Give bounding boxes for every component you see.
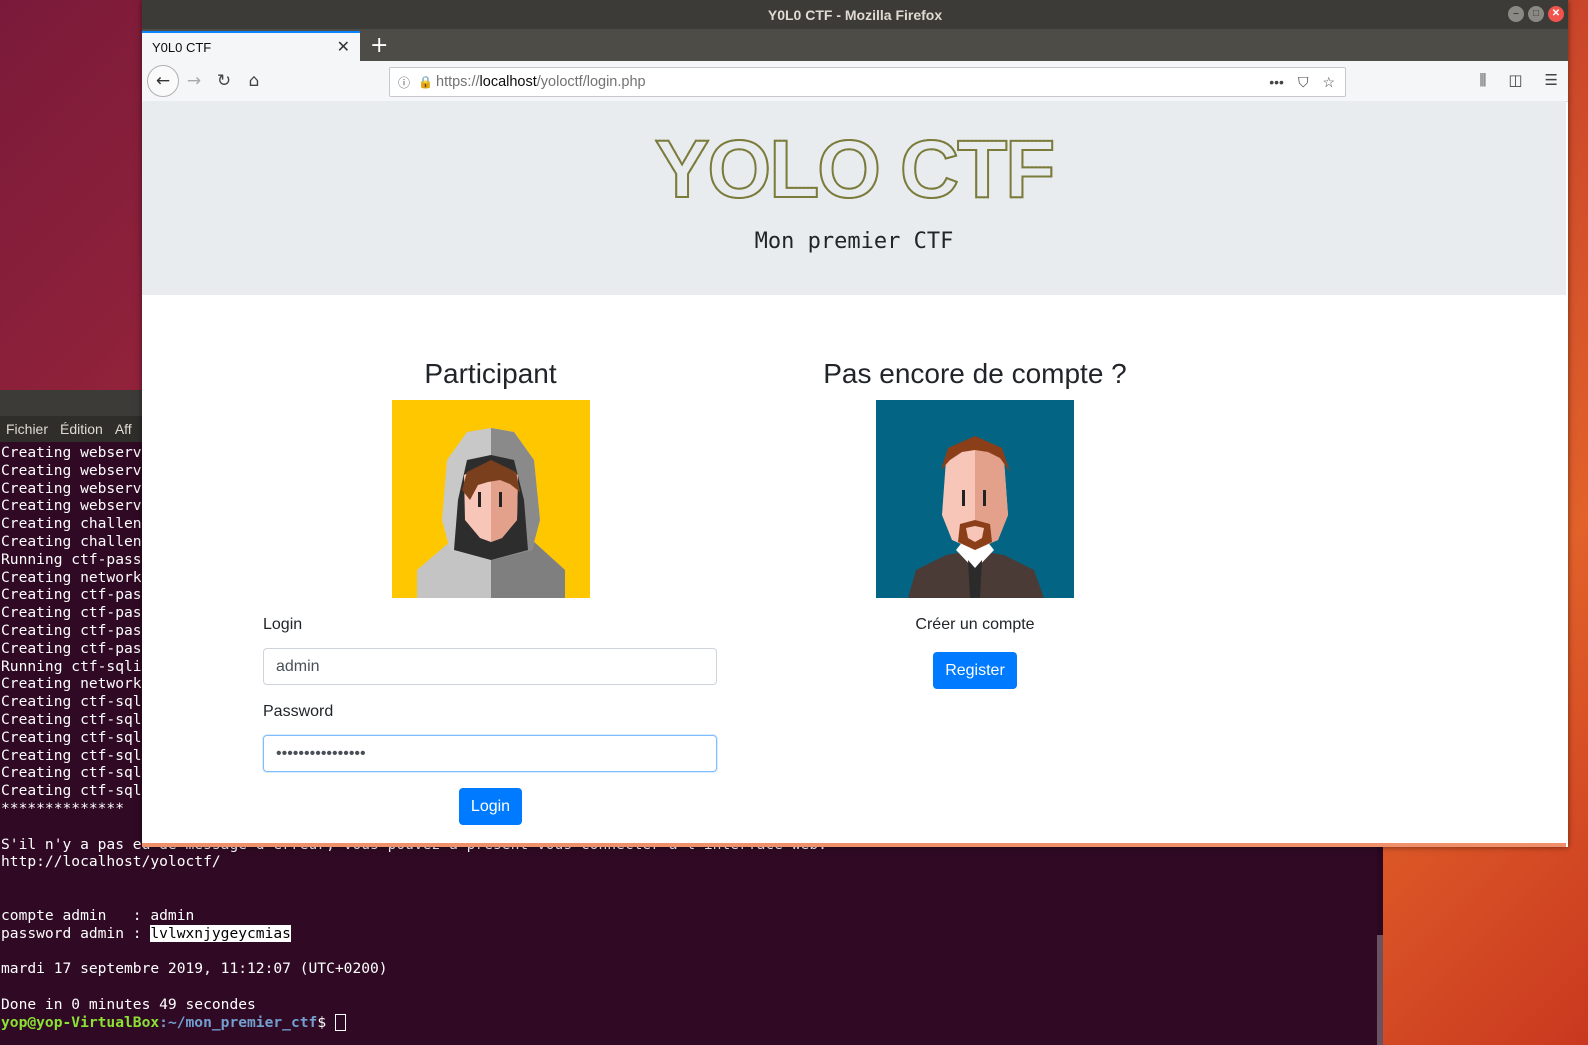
home-icon[interactable]: ⌂ (239, 71, 269, 91)
terminal-password-line: password admin : lvlwxnjygeycmias (1, 924, 1383, 943)
password-value-selected[interactable]: lvlwxnjygeycmias (150, 924, 291, 942)
hooded-avatar-image (391, 400, 590, 598)
url-path: /yoloctf/login.php (536, 74, 646, 90)
site-subtitle: Mon premier CTF (754, 229, 954, 254)
forward-arrow-icon[interactable]: → (179, 71, 209, 91)
tab-close-icon[interactable]: ✕ (337, 37, 350, 57)
page-bottom-line (142, 843, 1566, 847)
logo-text: YOLO CTF (654, 123, 1057, 216)
close-window-icon[interactable]: ✕ (1548, 6, 1564, 22)
bearded-avatar-image (876, 400, 1074, 598)
pocket-icon[interactable]: ⛉ (1298, 74, 1309, 91)
terminal-scrollbar-thumb[interactable] (1377, 935, 1383, 1045)
password-label: password admin : (1, 924, 151, 942)
terminal-cursor (334, 1014, 346, 1031)
prompt-path: :~/mon_premier_ctf (159, 1013, 318, 1031)
participant-column: Participant Login admin Password •••••••… (263, 355, 718, 825)
reload-icon[interactable]: ↻ (209, 71, 239, 91)
library-icon[interactable]: ⫼ (1479, 71, 1486, 89)
password-label: Password (263, 703, 334, 720)
url-host: localhost (479, 74, 537, 90)
page-content: YOLO CTF Mon premier CTF Participant Log… (142, 101, 1566, 837)
firefox-window: Y0L0 CTF - Mozilla Firefox – □ ✕ Y0L0 CT… (142, 0, 1568, 847)
header-jumbotron: YOLO CTF Mon premier CTF (142, 101, 1566, 295)
url-prefix: https:// (436, 74, 480, 90)
register-column: Pas encore de compte ? Créer un compte R… (748, 355, 1202, 689)
url-bar[interactable]: ⓘ 🔒 https://localhost/yoloctf/login.php … (389, 67, 1346, 97)
tab-bar: Y0L0 CTF ✕ + (142, 29, 1568, 61)
terminal-prompt[interactable]: yop@yop-VirtualBox:~/mon_premier_ctf$ (1, 1014, 1383, 1032)
terminal-line: compte admin : admin (1, 906, 195, 924)
page-actions-icon[interactable]: ••• (1269, 74, 1284, 91)
back-arrow-icon[interactable]: ← (147, 65, 179, 97)
prompt-user: yop@yop-VirtualBox (1, 1013, 160, 1031)
password-input[interactable]: •••••••••••••••• (263, 735, 717, 772)
tab-title: Y0L0 CTF (152, 39, 212, 55)
sidebar-icon[interactable]: ◫ (1508, 71, 1522, 89)
bookmark-star-icon[interactable]: ☆ (1322, 74, 1335, 91)
prompt-symbol: $ (317, 1013, 335, 1031)
info-icon[interactable]: ⓘ (398, 74, 418, 91)
menu-affichage[interactable]: Aff (115, 421, 132, 437)
insecure-lock-icon[interactable]: 🔒 (418, 75, 436, 89)
login-button[interactable]: Login (458, 788, 523, 825)
new-tab-icon[interactable]: + (360, 33, 398, 61)
nav-bar: ← → ↻ ⌂ ⓘ 🔒 https://localhost/yoloctf/lo… (142, 61, 1568, 102)
menu-edition[interactable]: Édition (60, 421, 103, 437)
login-label: Login (263, 616, 303, 633)
window-titlebar[interactable]: Y0L0 CTF - Mozilla Firefox – □ ✕ (142, 0, 1568, 29)
terminal-done-line: Done in 0 minutes 49 secondes (1, 995, 256, 1013)
login-input[interactable]: admin (263, 648, 717, 685)
menu-hamburger-icon[interactable]: ☰ (1545, 71, 1558, 89)
menu-fichier[interactable]: Fichier (6, 421, 48, 437)
participant-heading: Participant (424, 358, 557, 389)
register-heading: Pas encore de compte ? (823, 358, 1127, 389)
terminal-date-line: mardi 17 septembre 2019, 11:12:07 (UTC+0… (1, 960, 388, 978)
site-logo: YOLO CTF (142, 123, 1566, 217)
terminal-line: http://localhost/yoloctf/ (1, 853, 221, 871)
create-account-text: Créer un compte (915, 616, 1035, 633)
window-title: Y0L0 CTF - Mozilla Firefox (767, 6, 943, 23)
maximize-icon[interactable]: □ (1528, 6, 1544, 22)
register-button[interactable]: Register (933, 652, 1017, 689)
minimize-icon[interactable]: – (1508, 6, 1524, 22)
tab-active[interactable]: Y0L0 CTF ✕ (142, 31, 360, 61)
url-text[interactable]: https://localhost/yoloctf/login.php (436, 74, 1269, 90)
